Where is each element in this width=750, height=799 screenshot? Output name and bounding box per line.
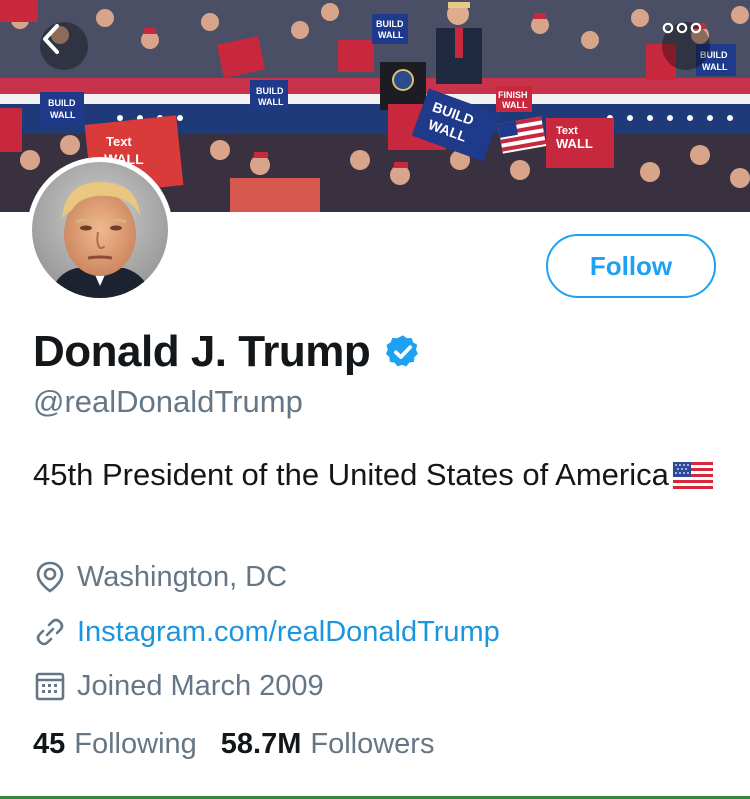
location-text: Washington, DC [77, 560, 288, 593]
us-flag-icon [672, 462, 713, 489]
profile-join-date: Joined March 2009 [33, 666, 324, 706]
profile-website[interactable]: Instagram.com/realDonaldTrump [33, 612, 500, 652]
follow-button[interactable]: Follow [546, 234, 716, 298]
bio-text: 45th President of the United States of A… [33, 457, 669, 492]
joined-text: Joined March 2009 [77, 669, 324, 702]
profile-name-row: Donald J. Trump [33, 324, 422, 380]
display-name: Donald J. Trump [33, 327, 371, 376]
svg-text:WALL: WALL [702, 62, 728, 72]
followers-stat[interactable]: 58.7M Followers [221, 728, 435, 761]
calendar-icon [33, 669, 67, 703]
svg-text:FINISH: FINISH [498, 90, 528, 100]
svg-text:Text: Text [106, 134, 132, 149]
more-options-button[interactable] [662, 22, 710, 70]
link-icon [33, 615, 67, 649]
svg-text:WALL: WALL [50, 110, 76, 120]
website-link[interactable]: Instagram.com/realDonaldTrump [77, 616, 500, 649]
profile-location: Washington, DC [33, 557, 287, 597]
followers-count: 58.7M [220, 728, 302, 760]
svg-text:BUILD: BUILD [376, 19, 404, 29]
avatar[interactable] [27, 157, 173, 303]
svg-text:BUILD: BUILD [256, 86, 284, 96]
following-stat[interactable]: 45 Following [33, 728, 197, 761]
more-dots-icon [662, 22, 702, 34]
svg-text:WALL: WALL [556, 136, 593, 151]
profile-bio: 45th President of the United States of A… [33, 452, 713, 498]
svg-text:WALL: WALL [258, 97, 284, 107]
location-pin-icon [33, 560, 67, 594]
svg-text:WALL: WALL [502, 100, 528, 110]
followers-label: Followers [310, 728, 435, 760]
svg-text:BUILD: BUILD [48, 98, 76, 108]
follow-stats: 45 Following 58.7M Followers [33, 728, 434, 761]
svg-text:WALL: WALL [378, 30, 404, 40]
following-label: Following [74, 728, 197, 760]
following-count: 45 [33, 728, 66, 760]
verified-badge-icon [386, 335, 419, 367]
avatar-photo [32, 162, 168, 298]
back-button[interactable] [40, 22, 88, 70]
chevron-left-icon [43, 24, 59, 54]
username-handle: @realDonaldTrump [33, 384, 303, 419]
